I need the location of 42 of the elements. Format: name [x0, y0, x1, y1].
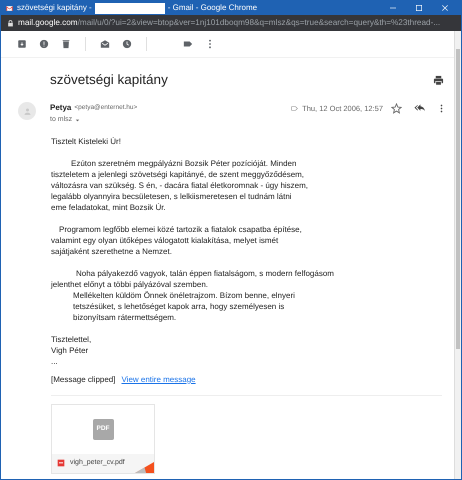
body-text-line: jelenthet előnyt a többi pályázóval szemben. — [51, 280, 208, 289]
body-text-line: tiszteletem a jelenlegi szövetségi kapitányé, de szent meggyőződésem, — [51, 170, 304, 179]
window-title: szövetségi kapitány - — [17, 2, 92, 14]
body-text-line: legalább olyannyira becsületesen, s lelkiismeretesen el tudnám látni — [51, 192, 292, 201]
envelope-icon[interactable] — [100, 39, 110, 49]
gmail-icon — [5, 4, 14, 12]
body-text-line: valamint egy olyan ütőképes válogatott kialakítása, melyet ismét — [51, 236, 278, 245]
clipped-note: [Message clipped] — [51, 374, 116, 386]
caret-icon[interactable] — [74, 117, 82, 124]
pdf-file-icon — [57, 459, 65, 468]
maximize-icon[interactable] — [415, 4, 423, 12]
delete-icon[interactable] — [61, 39, 71, 49]
reply-all-icon[interactable] — [414, 102, 425, 114]
body-text-line: Tisztelt Kisteleki Úr! — [51, 136, 121, 146]
spam-icon[interactable] — [39, 39, 49, 49]
view-entire-message-link[interactable]: View entire message — [121, 374, 196, 386]
body-text-line: Noha pályakezdő vagyok, talán éppen fiatalságom, s modern felfogásom — [76, 268, 334, 278]
body-text-line: eme feladatokat, mint Bozsik Úr. — [51, 202, 166, 212]
window-title: - Gmail - Google Chrome — [168, 2, 258, 14]
archive-icon[interactable] — [17, 39, 27, 49]
body-text-line: tetszésüket, s lehetőséget kapok arra, hogy személyesen is — [73, 302, 284, 311]
clock-icon[interactable] — [122, 39, 132, 49]
label-icon[interactable] — [183, 39, 193, 49]
body-text-line: Ezúton szeretném megpályázni Bozsik Péter pozícióját. Minden — [71, 158, 296, 168]
label-icon — [290, 104, 300, 112]
close-icon[interactable] — [441, 4, 449, 12]
body-text-line: Programom legfőbb elemei közé tartozik a fiatalok csapatba építése, — [59, 224, 302, 234]
scrollbar[interactable] — [454, 31, 461, 479]
body-text-line: Tisztelettel, — [51, 334, 92, 344]
lock-icon — [7, 20, 14, 26]
body-text-line: Vigh Péter — [51, 346, 88, 355]
body-text-line: Mellékelten küldöm Önnek önéletrajzom. Bízom benne, elnyeri — [73, 290, 295, 300]
body-text-line: sajátjaként szerethetne a Nemzet. — [51, 246, 172, 256]
star-icon[interactable] — [391, 102, 402, 114]
corner-fold-icon — [135, 462, 154, 473]
email-subject: szövetségi kapitány — [50, 71, 168, 89]
body-text-line: változásra van szükség. S én, - dacára fiatal életkoromnak - úgy hiszem, — [51, 180, 308, 190]
sender-name: Petya — [50, 102, 72, 114]
body-text-line: ... — [51, 356, 58, 366]
avatar — [18, 102, 36, 120]
body-text-line: bizonyítsam rátermettségem. — [73, 312, 176, 322]
print-icon[interactable] — [433, 74, 444, 86]
